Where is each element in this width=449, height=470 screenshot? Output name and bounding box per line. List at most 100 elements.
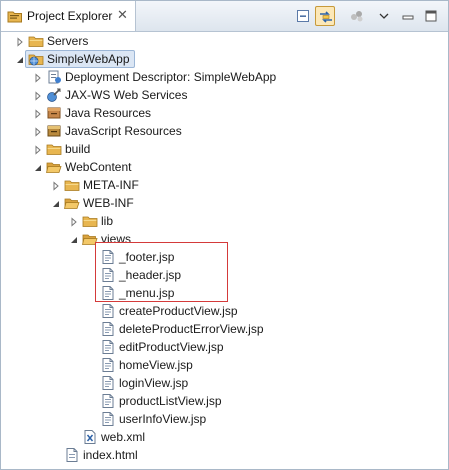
jsp-file-icon xyxy=(100,339,116,355)
tab-project-explorer[interactable]: Project Explorer ✕ xyxy=(1,1,136,31)
collapse-all-icon xyxy=(297,10,309,22)
minimize-button[interactable] xyxy=(398,6,418,26)
chevron-down-icon xyxy=(379,13,389,19)
tree-item-header-jsp[interactable]: _header.jsp xyxy=(1,266,448,284)
jsp-file-icon xyxy=(100,285,116,301)
collapsed-arrow-icon[interactable] xyxy=(33,126,43,137)
tree-item-label: JAX-WS Web Services xyxy=(65,88,188,102)
folder-open-icon xyxy=(45,159,62,175)
folder-icon xyxy=(28,33,44,49)
tree-item-deployment-descriptor-simplewebapp[interactable]: Deployment Descriptor: SimpleWebApp xyxy=(1,68,448,86)
tree-item-createproductview-jsp[interactable]: createProductView.jsp xyxy=(1,302,448,320)
javascript-resources-icon xyxy=(46,123,62,139)
tree-item-deleteproducterrorview-jsp[interactable]: deleteProductErrorView.jsp xyxy=(1,320,448,338)
minimize-icon xyxy=(402,15,414,20)
tree-item-editproductview-jsp[interactable]: editProductView.jsp xyxy=(1,338,448,356)
jsp-file-icon xyxy=(100,267,116,283)
tree-item-label: META-INF xyxy=(83,178,139,192)
collapsed-arrow-icon[interactable] xyxy=(33,90,43,101)
tree-item-jax-ws-web-services[interactable]: JAX-WS Web Services xyxy=(1,86,448,104)
jsp-file-icon xyxy=(100,375,116,391)
tree-item-menu-jsp[interactable]: _menu.jsp xyxy=(1,284,448,302)
project-tree: Servers SimpleWebApp Deployment Descriptor… xyxy=(1,31,448,469)
tree-item-web-xml[interactable]: web.xml xyxy=(1,428,448,446)
tree-item-label: _footer.jsp xyxy=(119,250,175,264)
tree-item-label: Deployment Descriptor: SimpleWebApp xyxy=(65,70,277,84)
project-explorer-view: Project Explorer ✕ Servers SimpleWebApp … xyxy=(0,0,449,470)
tree-item-label: _menu.jsp xyxy=(119,286,175,300)
tree-item-label: createProductView.jsp xyxy=(119,304,238,318)
link-with-editor-button[interactable] xyxy=(315,6,335,26)
focus-on-active-task-button[interactable] xyxy=(347,6,367,26)
tree-item-javascript-resources[interactable]: JavaScript Resources xyxy=(1,122,448,140)
tree-item-meta-inf[interactable]: META-INF xyxy=(1,176,448,194)
tree-item-label: WebContent xyxy=(65,160,132,174)
maximize-button[interactable] xyxy=(421,6,441,26)
tree-item-index-html[interactable]: index.html xyxy=(1,446,448,464)
tree-item-label: loginView.jsp xyxy=(119,376,189,390)
jsp-file-icon xyxy=(100,249,116,265)
tree-item-build[interactable]: build xyxy=(1,140,448,158)
folder-icon xyxy=(64,177,80,193)
tree-item-webcontent[interactable]: WebContent xyxy=(1,158,448,176)
tree-item-footer-jsp[interactable]: _footer.jsp xyxy=(1,248,448,266)
tree-item-label: productListView.jsp xyxy=(119,394,222,408)
tree-item-views[interactable]: views xyxy=(1,230,448,248)
view-menu-button[interactable] xyxy=(374,6,394,26)
tree-item-label: deleteProductErrorView.jsp xyxy=(119,322,264,336)
tree-item-web-inf[interactable]: WEB-INF xyxy=(1,194,448,212)
tree-item-lib[interactable]: lib xyxy=(1,212,448,230)
tree-item-label: build xyxy=(65,142,91,156)
collapse-all-button[interactable] xyxy=(293,6,313,26)
tree-item-label: homeView.jsp xyxy=(119,358,193,372)
java-resources-icon xyxy=(46,105,62,121)
tree-item-label: WEB-INF xyxy=(83,196,134,210)
expanded-arrow-icon[interactable] xyxy=(15,54,25,64)
tree-item-java-resources[interactable]: Java Resources xyxy=(1,104,448,122)
tree-item-label: Servers xyxy=(47,34,89,48)
collapsed-arrow-icon[interactable] xyxy=(15,36,25,47)
tree-item-label: SimpleWebApp xyxy=(47,52,130,66)
view-header: Project Explorer ✕ xyxy=(1,1,448,32)
tree-item-label: _header.jsp xyxy=(119,268,182,282)
collapsed-arrow-icon[interactable] xyxy=(51,180,61,191)
collapsed-arrow-icon[interactable] xyxy=(33,108,43,119)
jsp-file-icon xyxy=(100,393,116,409)
tree-item-productlistview-jsp[interactable]: productListView.jsp xyxy=(1,392,448,410)
link-with-editor-icon xyxy=(320,11,332,23)
expanded-arrow-icon[interactable] xyxy=(69,234,79,244)
expanded-arrow-icon[interactable] xyxy=(51,198,61,208)
tab-title: Project Explorer xyxy=(27,9,113,23)
close-icon[interactable]: ✕ xyxy=(117,7,128,23)
web-project-icon xyxy=(28,51,44,67)
jsp-file-icon xyxy=(100,357,116,373)
jsp-file-icon xyxy=(100,411,116,427)
tree-item-loginview-jsp[interactable]: loginView.jsp xyxy=(1,374,448,392)
tree-item-label: views xyxy=(101,232,132,246)
tree-item-userinfoview-jsp[interactable]: userInfoView.jsp xyxy=(1,410,448,428)
jsp-file-icon xyxy=(100,303,116,319)
tree-item-label: userInfoView.jsp xyxy=(119,412,207,426)
tree-item-servers[interactable]: Servers xyxy=(1,32,448,50)
collapsed-arrow-icon[interactable] xyxy=(69,216,79,227)
tree-item-simplewebapp[interactable]: SimpleWebApp xyxy=(1,50,448,68)
jsp-file-icon xyxy=(100,321,116,337)
expanded-arrow-icon[interactable] xyxy=(33,162,43,172)
project-explorer-icon xyxy=(7,9,23,23)
html-file-icon xyxy=(64,447,80,463)
mylyn-task-icon xyxy=(351,11,363,22)
collapsed-arrow-icon[interactable] xyxy=(33,72,43,83)
tree-item-homeview-jsp[interactable]: homeView.jsp xyxy=(1,356,448,374)
web-services-icon xyxy=(46,87,62,103)
folder-open-icon xyxy=(81,231,98,247)
tree-item-label: lib xyxy=(101,214,114,228)
folder-open-icon xyxy=(63,195,80,211)
tree-item-label: JavaScript Resources xyxy=(65,124,182,138)
folder-icon xyxy=(82,213,98,229)
collapsed-arrow-icon[interactable] xyxy=(33,144,43,155)
tree-item-label: editProductView.jsp xyxy=(119,340,224,354)
xml-file-icon xyxy=(82,429,98,445)
folder-icon xyxy=(46,141,62,157)
deployment-descriptor-icon xyxy=(46,69,62,85)
maximize-icon xyxy=(425,10,437,22)
